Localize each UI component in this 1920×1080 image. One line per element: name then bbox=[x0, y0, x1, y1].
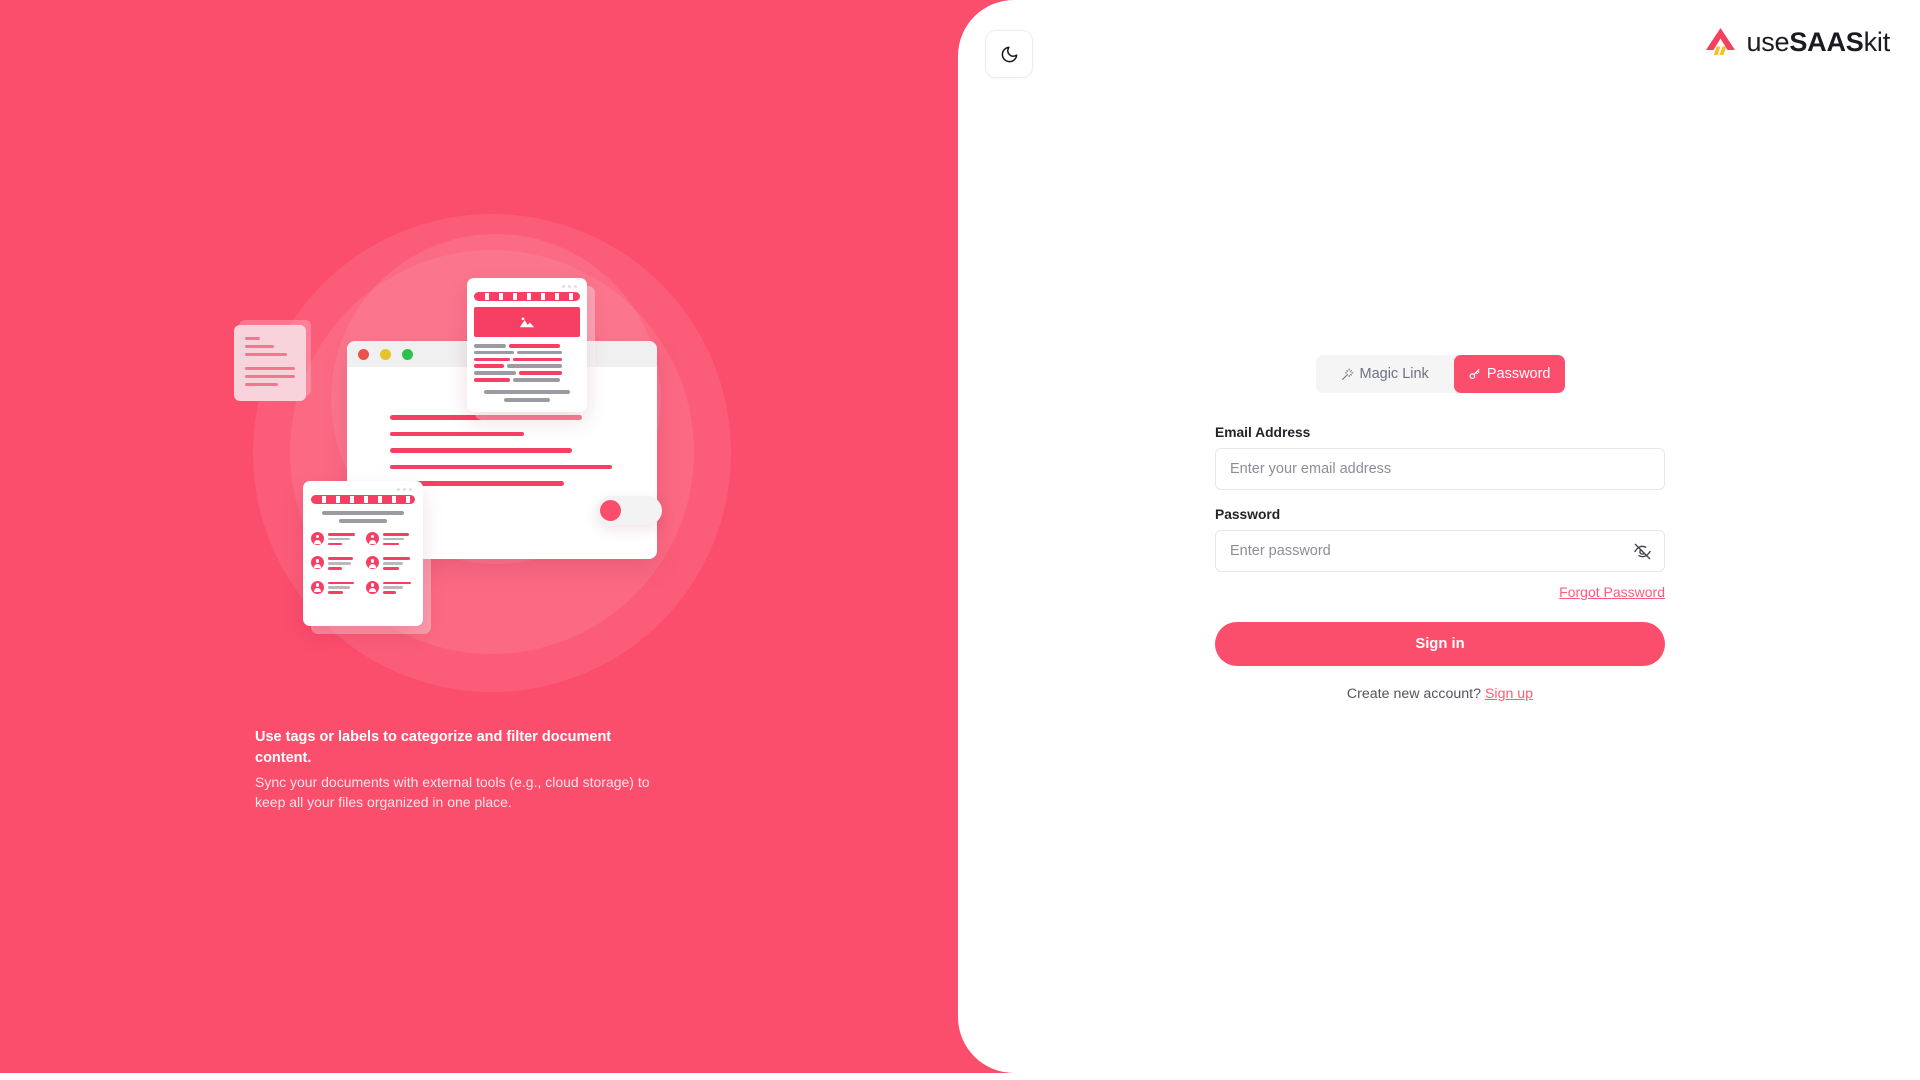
forgot-password-link[interactable]: Forgot Password bbox=[1559, 584, 1665, 600]
card-address-bar bbox=[474, 292, 580, 301]
list-item bbox=[311, 580, 360, 596]
image-placeholder-icon bbox=[519, 316, 535, 327]
card-window-dots bbox=[474, 285, 580, 288]
avatar bbox=[366, 580, 379, 594]
brand-name-tail: kit bbox=[1863, 26, 1891, 57]
forgot-password-row: Forgot Password bbox=[1215, 584, 1665, 602]
hero-caption: Use tags or labels to categorize and fil… bbox=[255, 727, 655, 813]
hero-title: Use tags or labels to categorize and fil… bbox=[255, 729, 612, 766]
login-form: Magic Link Password Email Address Passwo… bbox=[1215, 355, 1665, 702]
note-card bbox=[234, 325, 306, 401]
list-item bbox=[311, 556, 360, 571]
document-management-illustration bbox=[234, 200, 745, 700]
tab-magic-link-label: Magic Link bbox=[1359, 366, 1429, 382]
bottom-strip bbox=[0, 1073, 1920, 1080]
brand-name-bold: SAAS bbox=[1789, 26, 1864, 57]
tab-password[interactable]: Password bbox=[1453, 355, 1565, 393]
tab-password-label: Password bbox=[1486, 366, 1551, 382]
hero-panel: Use tags or labels to categorize and fil… bbox=[0, 0, 960, 1080]
password-input-wrapper bbox=[1215, 530, 1665, 572]
email-input-wrapper bbox=[1215, 448, 1665, 490]
contacts-card bbox=[303, 481, 423, 626]
password-label: Password bbox=[1215, 507, 1281, 522]
avatar bbox=[311, 580, 324, 594]
key-icon bbox=[1469, 368, 1480, 379]
eye-off-icon bbox=[1633, 543, 1651, 559]
toggle-password-visibility-button[interactable] bbox=[1631, 540, 1653, 562]
tab-magic-link[interactable]: Magic Link bbox=[1316, 355, 1454, 393]
login-page: Use tags or labels to categorize and fil… bbox=[0, 0, 1920, 1080]
traffic-light-yellow-icon bbox=[380, 348, 391, 360]
list-item bbox=[366, 532, 415, 547]
card-address-bar bbox=[311, 495, 415, 504]
toggle-knob bbox=[600, 500, 621, 521]
avatar bbox=[366, 556, 379, 570]
traffic-light-green-icon bbox=[402, 348, 413, 360]
signup-prompt-text: Create new account? bbox=[1346, 686, 1481, 702]
avatar bbox=[311, 532, 324, 545]
moon-icon bbox=[1001, 46, 1017, 62]
avatar bbox=[366, 532, 379, 545]
list-item bbox=[366, 556, 415, 571]
image-card bbox=[467, 278, 587, 412]
toggle-switch[interactable] bbox=[596, 496, 662, 525]
traffic-light-red-icon bbox=[358, 348, 369, 360]
theme-toggle-button[interactable] bbox=[985, 30, 1033, 78]
email-input[interactable] bbox=[1215, 448, 1665, 490]
brand-name-light: use bbox=[1746, 26, 1790, 57]
brand-name: useSAASkit bbox=[1746, 27, 1890, 58]
image-banner bbox=[474, 307, 580, 337]
brand-logo: useSAASkit bbox=[1704, 26, 1890, 58]
list-item bbox=[311, 532, 360, 547]
contacts-grid bbox=[311, 532, 415, 596]
auth-method-tabs: Magic Link Password bbox=[1315, 355, 1565, 393]
list-item bbox=[366, 580, 415, 596]
sign-up-link[interactable]: Sign up bbox=[1485, 686, 1533, 702]
hero-subtitle: Sync your documents with external tools … bbox=[255, 774, 650, 811]
password-input[interactable] bbox=[1215, 530, 1665, 572]
wand-icon bbox=[1341, 368, 1353, 380]
signup-prompt: Create new account? Sign up bbox=[1215, 686, 1665, 702]
avatar bbox=[311, 556, 324, 570]
card-window-dots bbox=[311, 488, 415, 491]
sign-in-button[interactable]: Sign in bbox=[1215, 622, 1665, 666]
mountain-logo-icon bbox=[1706, 28, 1736, 55]
email-label: Email Address bbox=[1215, 425, 1311, 440]
